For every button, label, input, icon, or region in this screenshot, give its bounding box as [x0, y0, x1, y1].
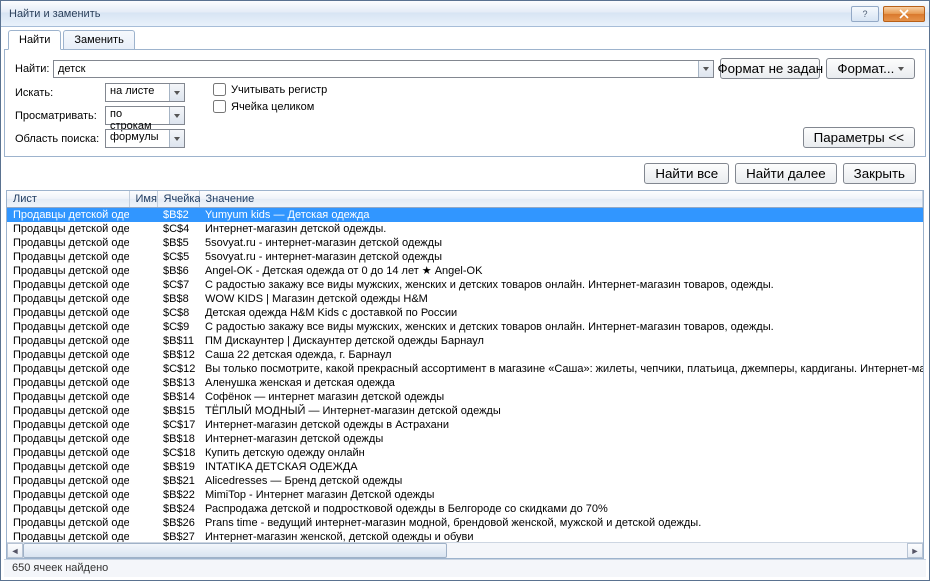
titlebar[interactable]: Найти и заменить ? — [1, 1, 929, 27]
table-row[interactable]: Продавцы детской одежды$C$7С радостью за… — [7, 278, 923, 292]
chevron-down-icon — [703, 67, 709, 71]
whole-cell-checkbox[interactable]: Ячейка целиком — [213, 100, 327, 113]
chevron-down-icon — [174, 137, 180, 141]
table-row[interactable]: Продавцы детской одежды$B$11ПМ Дискаунте… — [7, 334, 923, 348]
find-history-dropdown[interactable] — [698, 61, 713, 77]
find-replace-dialog: Найти и заменить ? Найти Заменить Найти:… — [0, 0, 930, 581]
chevron-down-icon — [174, 114, 180, 118]
table-row[interactable]: Продавцы детской одежды$B$12Саша 22 детс… — [7, 348, 923, 362]
chevron-down-icon — [898, 67, 904, 71]
table-row[interactable]: Продавцы детской одежды$B$19INTATIKA ДЕТ… — [7, 460, 923, 474]
find-input-wrapper — [53, 60, 714, 78]
chevron-down-icon — [174, 91, 180, 95]
find-panel: Найти: Формат не задан Формат... Искать:… — [4, 49, 926, 157]
window-title: Найти и заменить — [9, 8, 851, 20]
table-row[interactable]: Продавцы детской одежды$B$26Prans time -… — [7, 516, 923, 530]
find-label: Найти: — [15, 63, 47, 75]
find-all-button[interactable]: Найти все — [644, 163, 729, 184]
col-value[interactable]: Значение — [199, 191, 923, 208]
table-row[interactable]: Продавцы детской одежды$C$8Детская одежд… — [7, 306, 923, 320]
results-scroll[interactable]: Лист Имя Ячейка Значение Продавцы детско… — [7, 191, 923, 542]
table-row[interactable]: Продавцы детской одежды$B$55sovyat.ru - … — [7, 236, 923, 250]
horizontal-scrollbar[interactable]: ◄ ► — [7, 542, 923, 558]
direction-select[interactable]: по строкам — [105, 106, 185, 125]
status-bar: 650 ячеек найдено — [4, 559, 926, 577]
tabs: Найти Заменить — [4, 30, 926, 50]
table-row[interactable]: Продавцы детской одежды$B$24Распродажа д… — [7, 502, 923, 516]
table-row[interactable]: Продавцы детской одежды$C$9С радостью за… — [7, 320, 923, 334]
table-row[interactable]: Продавцы детской одежды$B$27Интернет-маг… — [7, 530, 923, 542]
results-grid: Лист Имя Ячейка Значение Продавцы детско… — [6, 190, 924, 559]
table-row[interactable]: Продавцы детской одежды$B$18Интернет-маг… — [7, 432, 923, 446]
scrollbar-thumb[interactable] — [23, 543, 447, 558]
scroll-left-icon[interactable]: ◄ — [7, 543, 23, 558]
tab-replace[interactable]: Заменить — [63, 30, 134, 50]
table-row[interactable]: Продавцы детской одежды$C$4Интернет-мага… — [7, 222, 923, 236]
table-row[interactable]: Продавцы детской одежды$B$14Софёнок — ин… — [7, 390, 923, 404]
table-row[interactable]: Продавцы детской одежды$C$17Интернет-маг… — [7, 418, 923, 432]
svg-text:?: ? — [862, 9, 867, 19]
table-row[interactable]: Продавцы детской одежды$B$21Alicedresses… — [7, 474, 923, 488]
find-input[interactable] — [54, 61, 698, 77]
table-row[interactable]: Продавцы детской одежды$B$22MimiTop - Ин… — [7, 488, 923, 502]
table-row[interactable]: Продавцы детской одежды$B$6Angel-OK - Де… — [7, 264, 923, 278]
help-button[interactable]: ? — [851, 6, 879, 22]
scope-label: Искать: — [15, 87, 105, 99]
match-case-checkbox[interactable]: Учитывать регистр — [213, 83, 327, 96]
table-row[interactable]: Продавцы детской одежды$B$13Аленушка жен… — [7, 376, 923, 390]
col-sheet[interactable]: Лист — [7, 191, 129, 208]
table-row[interactable]: Продавцы детской одежды$C$55sovyat.ru - … — [7, 250, 923, 264]
table-row[interactable]: Продавцы детской одежды$C$12Вы только по… — [7, 362, 923, 376]
table-row[interactable]: Продавцы детской одежды$B$15ТЁПЛЫЙ МОДНЫ… — [7, 404, 923, 418]
options-toggle-button[interactable]: Параметры << — [803, 127, 915, 148]
lookin-select[interactable]: формулы — [105, 129, 185, 148]
table-row[interactable]: Продавцы детской одежды$B$8WOW KIDS | Ма… — [7, 292, 923, 306]
action-buttons: Найти все Найти далее Закрыть — [4, 157, 926, 190]
table-row[interactable]: Продавцы детской одежды$C$18Купить детск… — [7, 446, 923, 460]
col-name[interactable]: Имя — [129, 191, 157, 208]
col-cell[interactable]: Ячейка — [157, 191, 199, 208]
lookin-label: Область поиска: — [15, 133, 105, 145]
find-next-button[interactable]: Найти далее — [735, 163, 837, 184]
scope-select[interactable]: на листе — [105, 83, 185, 102]
format-status-button[interactable]: Формат не задан — [720, 58, 820, 79]
tab-find[interactable]: Найти — [8, 30, 61, 50]
cancel-button[interactable]: Закрыть — [843, 163, 916, 184]
close-window-button[interactable] — [883, 6, 925, 22]
format-menu-button[interactable]: Формат... — [826, 58, 915, 79]
scroll-right-icon[interactable]: ► — [907, 543, 923, 558]
table-row[interactable]: Продавцы детской одежды$B$2Yumyum kids —… — [7, 208, 923, 223]
direction-label: Просматривать: — [15, 110, 105, 122]
